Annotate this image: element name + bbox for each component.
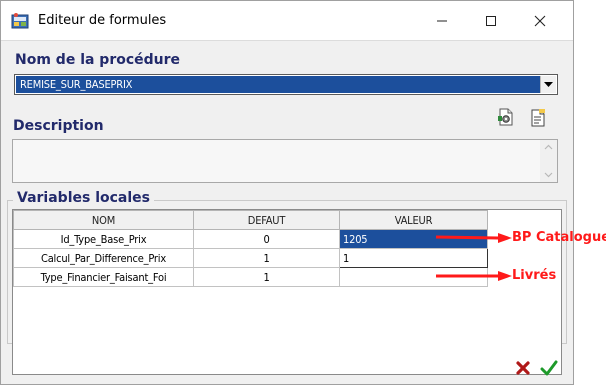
cell-defaut[interactable]: 1 xyxy=(193,248,340,268)
cancel-button[interactable] xyxy=(512,357,534,379)
cell-nom[interactable]: Id_Type_Base_Prix xyxy=(13,229,194,249)
ok-button[interactable] xyxy=(538,357,560,379)
document-settings-icon[interactable] xyxy=(497,108,515,126)
description-textarea[interactable] xyxy=(12,139,558,183)
chevron-down-icon[interactable] xyxy=(544,172,553,178)
column-header-defaut[interactable]: DEFAUT xyxy=(193,210,340,230)
chevron-up-icon[interactable] xyxy=(544,144,553,150)
close-icon xyxy=(534,15,545,27)
procedure-label: Nom de la procédure xyxy=(15,52,181,68)
maximize-icon xyxy=(485,16,496,26)
ok-check-icon xyxy=(540,360,558,376)
description-scrollbar[interactable] xyxy=(540,140,557,182)
title-bar[interactable]: Editeur de formules xyxy=(1,1,573,41)
chevron-down-icon xyxy=(544,81,553,87)
maximize-button[interactable] xyxy=(468,1,513,41)
annotation-livres: Livrés xyxy=(512,268,557,283)
cell-valeur[interactable]: 1205 xyxy=(339,229,488,249)
cell-nom[interactable]: Type_Financier_Faisant_Foi xyxy=(13,267,194,287)
annotation-bp-catalogue: BP Catalogue xyxy=(512,230,606,245)
formula-editor-window: Editeur de formules Nom de la procédure … xyxy=(0,0,574,385)
variables-grid[interactable]: NOM DEFAUT VALEUR Id_Type_Base_Prix 0 12… xyxy=(12,209,562,375)
cell-valeur[interactable]: 1 xyxy=(339,248,488,268)
cell-defaut[interactable]: 0 xyxy=(193,229,340,249)
table-row[interactable]: Type_Financier_Faisant_Foi 1 xyxy=(13,267,488,287)
table-row[interactable]: Calcul_Par_Difference_Prix 1 1 xyxy=(13,248,488,268)
minimize-button[interactable] xyxy=(419,1,464,41)
cell-nom[interactable]: Calcul_Par_Difference_Prix xyxy=(13,248,194,268)
column-header-valeur[interactable]: VALEUR xyxy=(339,210,488,230)
variables-label: Variables locales xyxy=(13,190,154,206)
column-header-nom[interactable]: NOM xyxy=(13,210,194,230)
window-title: Editeur de formules xyxy=(38,13,167,28)
procedure-select[interactable]: REMISE_SUR_BASEPRIX xyxy=(14,74,558,95)
table-header-row: NOM DEFAUT VALEUR xyxy=(13,210,488,230)
cell-valeur[interactable] xyxy=(339,267,488,287)
cell-defaut[interactable]: 1 xyxy=(193,267,340,287)
cancel-x-icon xyxy=(516,361,530,375)
procedure-dropdown-button[interactable] xyxy=(540,76,556,93)
table-row[interactable]: Id_Type_Base_Prix 0 1205 xyxy=(13,229,488,249)
procedure-selected-value: REMISE_SUR_BASEPRIX xyxy=(16,76,541,93)
formula-editor-icon xyxy=(11,13,29,29)
variables-table: NOM DEFAUT VALEUR Id_Type_Base_Prix 0 12… xyxy=(13,210,488,287)
close-button[interactable] xyxy=(517,1,562,41)
document-edit-icon[interactable] xyxy=(529,109,547,127)
description-label: Description xyxy=(13,118,104,134)
minimize-icon xyxy=(436,20,447,22)
